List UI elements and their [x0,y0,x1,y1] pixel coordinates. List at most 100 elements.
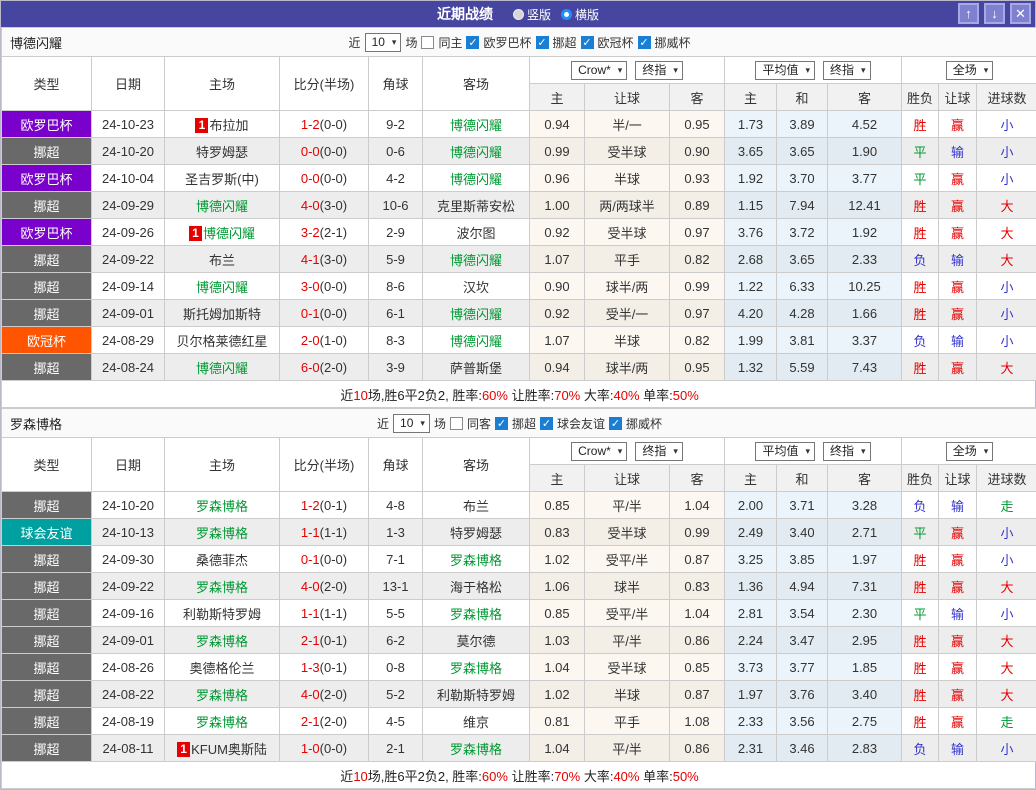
eu-odds-home: 3.25 [725,546,777,573]
competition-checkbox-3[interactable]: ✓ [638,36,651,49]
layout-radio-horizontal[interactable] [561,9,572,20]
result-wdl: 平 [902,519,939,546]
league-badge: 挪超 [2,654,92,681]
fulltime-score: 1-2 [301,117,320,132]
match-score: 2-1(0-1) [280,627,369,654]
handicap-odds-home: 0.85 [530,600,585,627]
result-wdl: 负 [902,327,939,354]
competition-label: 挪威杯 [626,415,662,432]
summary-text: 单率: [639,769,672,784]
move-up-button[interactable]: ↑ [958,3,979,24]
competition-label: 挪超 [553,34,577,51]
corners: 1-3 [369,519,423,546]
corners: 13-1 [369,573,423,600]
away-team: 罗森博格 [423,654,530,681]
away-team-name: 罗森博格 [450,742,502,757]
league-badge: 欧罗巴杯 [2,111,92,138]
odds-company-select[interactable]: Crow*▾ [571,442,627,461]
handicap-odds-home: 1.00 [530,192,585,219]
handicap-line: 受半/一 [585,300,670,327]
eu-odds-draw: 6.33 [777,273,828,300]
away-column-header: 客场 [423,438,530,492]
result-wdl: 胜 [902,654,939,681]
eu-odds-away: 2.33 [828,246,902,273]
select-value: 10 [372,35,385,50]
near-count-select[interactable]: 10▾ [365,33,402,52]
home-team-name: 利勒斯特罗姆 [183,607,261,622]
close-button[interactable]: ✕ [1010,3,1031,24]
title-center: 近期战绩竖版横版 [1,4,1035,24]
odds-stage-select[interactable]: 终指▾ [635,61,683,80]
same-away-checkbox[interactable] [450,417,463,430]
summary-text: 大率: [580,769,613,784]
select-value: 终指 [830,444,854,459]
eu-odds-home: 2.81 [725,600,777,627]
competition-checkbox-0[interactable]: ✓ [495,417,508,430]
table-row: 挪超24-08-111KFUM奥斯陆1-0(0-0)2-1罗森博格1.04平/半… [2,735,1036,762]
section-header-cell: 罗森博格近10▾场同客✓挪超✓球会友谊✓挪威杯 [2,409,1036,438]
match-date: 24-09-16 [92,600,165,627]
handicap-odds-home: 0.83 [530,519,585,546]
chevron-down-icon: ▾ [618,63,623,78]
eu-odds-draw: 3.65 [777,246,828,273]
near-count-select[interactable]: 10▾ [393,414,430,433]
away-team-name: 博德闪耀 [450,253,502,268]
odds-stage-select[interactable]: 终指▾ [635,442,683,461]
match-score: 0-0(0-0) [280,138,369,165]
eu-odds-home: 3.73 [725,654,777,681]
competition-checkbox-0[interactable]: ✓ [466,36,479,49]
same-home-checkbox[interactable] [421,36,434,49]
summary-text: 10 [353,769,367,784]
odds-company-select[interactable]: Crow*▾ [571,61,627,80]
away-team: 海于格松 [423,573,530,600]
fulltime-score: 4-0 [301,579,320,594]
competition-checkbox-2[interactable]: ✓ [609,417,622,430]
competition-checkbox-2[interactable]: ✓ [581,36,594,49]
eu-odds-away: 1.92 [828,219,902,246]
home-team: 罗森博格 [165,708,280,735]
handicap-sub-header: 客 [670,84,725,111]
eu-odds-draw: 3.65 [777,138,828,165]
competition-checkbox-1[interactable]: ✓ [536,36,549,49]
table-row: 挪超24-08-22罗森博格4-0(2-0)5-2利勒斯特罗姆1.02半球0.8… [2,681,1036,708]
eu-company-select[interactable]: 平均值▾ [755,442,815,461]
scope-select[interactable]: 全场▾ [946,61,994,80]
result-wdl: 胜 [902,573,939,600]
layout-radio-vertical[interactable] [513,9,524,20]
handicap-odds-home: 0.90 [530,273,585,300]
handicap-odds-away: 0.93 [670,165,725,192]
titlebar-buttons: ↑ ↓ ✕ [958,3,1031,24]
halftime-score: (0-1) [320,498,347,513]
chevron-down-icon: ▾ [805,444,810,459]
eu-odds-draw: 4.94 [777,573,828,600]
handicap-line: 半球 [585,165,670,192]
eu-company-select[interactable]: 平均值▾ [755,61,815,80]
corners: 8-6 [369,273,423,300]
summary-text: 让胜率: [508,769,554,784]
away-team: 克里斯蒂安松 [423,192,530,219]
handicap-odds-home: 1.06 [530,573,585,600]
eu-odds-away: 2.30 [828,600,902,627]
eu-odds-draw: 3.70 [777,165,828,192]
home-team: 罗森博格 [165,519,280,546]
summary-text: 60% [482,769,508,784]
halftime-score: (3-0) [320,252,347,267]
result-goals: 小 [977,519,1036,546]
competition-checkbox-1[interactable]: ✓ [540,417,553,430]
halftime-score: (1-0) [320,333,347,348]
eu-stage-select[interactable]: 终指▾ [823,442,871,461]
away-team-name: 罗森博格 [450,607,502,622]
eu-stage-select[interactable]: 终指▾ [823,61,871,80]
competition-label: 挪威杯 [655,34,691,51]
result-sub-header: 进球数 [977,465,1036,492]
move-down-button[interactable]: ↓ [984,3,1005,24]
home-team-name: 布兰 [209,253,235,268]
result-handicap: 赢 [939,573,977,600]
eu-odds-home: 3.65 [725,138,777,165]
result-wdl: 胜 [902,219,939,246]
select-wrap: Crow*▾ 终指▾ [530,438,724,464]
scope-select[interactable]: 全场▾ [946,442,994,461]
fulltime-score: 4-0 [301,687,320,702]
match-score: 0-1(0-0) [280,300,369,327]
summary-text: 60% [482,388,508,403]
